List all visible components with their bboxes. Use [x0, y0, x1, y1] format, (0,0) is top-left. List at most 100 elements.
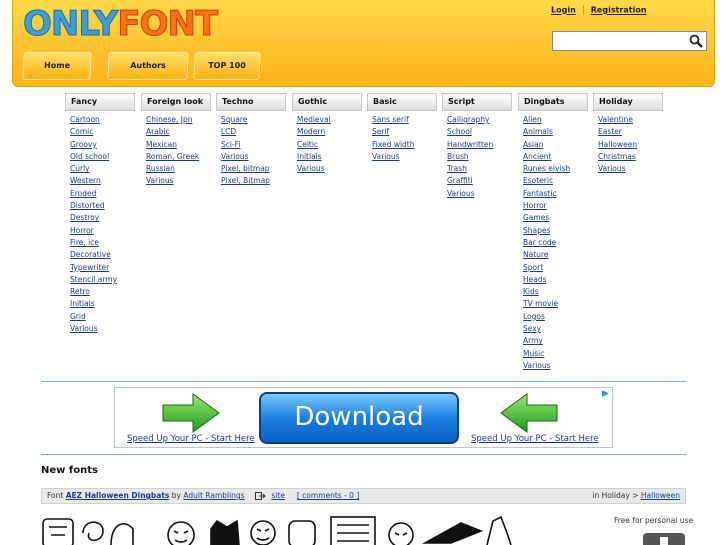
category-link[interactable]: LCD	[221, 127, 236, 136]
category-link[interactable]: Sci-Fi	[221, 140, 241, 149]
category-link[interactable]: Fantastic	[523, 189, 557, 198]
category-link[interactable]: Christmas	[598, 152, 636, 161]
category-link[interactable]: Groovy	[70, 140, 97, 149]
category-link[interactable]: Modern	[297, 127, 325, 136]
category-link[interactable]: Valentine	[598, 115, 633, 124]
download-ad-banner[interactable]: Download Speed Up Your PC - Start Here S…	[114, 387, 613, 448]
category-link[interactable]: Square	[221, 115, 247, 124]
ad-link-left[interactable]: Speed Up Your PC - Start Here	[127, 434, 255, 444]
category-link[interactable]: Games	[523, 213, 549, 222]
category-link[interactable]: Brush	[447, 152, 469, 161]
nav-home[interactable]: Home	[22, 52, 92, 80]
category-link[interactable]: Serif	[372, 127, 389, 136]
category-link[interactable]: Chinese, Jpn	[146, 115, 192, 124]
category-heading[interactable]: Techno	[216, 93, 286, 111]
category-link[interactable]: Various	[447, 189, 475, 198]
category-heading[interactable]: Gothic	[292, 93, 362, 111]
category-link[interactable]: Stencil army	[70, 275, 117, 284]
category-link[interactable]: Esoteric	[523, 176, 553, 185]
category-link[interactable]: Logos	[523, 312, 545, 321]
category-link[interactable]: School	[447, 127, 472, 136]
category-link[interactable]: Fire, ice	[70, 238, 99, 247]
category-link[interactable]: Nature	[523, 250, 548, 259]
category-link[interactable]: Asian	[523, 140, 543, 149]
category-link[interactable]: Sexy	[523, 324, 541, 333]
category-link[interactable]: Pixel, Bitmap	[221, 176, 270, 185]
category-link[interactable]: Cartoon	[70, 115, 100, 124]
font-name-link[interactable]: AEZ Halloween Dingbats	[66, 491, 170, 500]
category-link[interactable]: Grid	[70, 312, 86, 321]
font-category-link[interactable]: Halloween	[641, 491, 680, 500]
category-link[interactable]: Various	[598, 164, 626, 173]
category-link[interactable]: Horror	[523, 201, 547, 210]
category-link[interactable]: TV movie	[523, 299, 558, 308]
category-link[interactable]: Curly	[70, 164, 90, 173]
category-heading[interactable]: Fancy	[65, 93, 135, 111]
registration-link[interactable]: Registration	[591, 6, 647, 15]
category-link[interactable]: Graffiti	[447, 176, 473, 185]
category-link[interactable]: Horror	[70, 226, 94, 235]
category-link[interactable]: Russian	[146, 164, 175, 173]
category-link[interactable]: Sans serif	[372, 115, 409, 124]
category-link[interactable]: Medieval	[297, 115, 331, 124]
category-heading[interactable]: Basic	[367, 93, 437, 111]
category-link[interactable]: Celtic	[297, 140, 318, 149]
category-heading[interactable]: Dingbats	[518, 93, 588, 111]
category-link[interactable]: Various	[372, 152, 400, 161]
category-heading[interactable]: Script	[442, 93, 512, 111]
download-icon[interactable]	[643, 533, 685, 545]
category-link[interactable]: Easter	[598, 127, 622, 136]
category-link[interactable]: Runes elvish	[523, 164, 570, 173]
category-heading[interactable]: Holiday	[593, 93, 663, 111]
category-link[interactable]: Pixel, bitmap	[221, 164, 270, 173]
category-link[interactable]: Ancient	[523, 152, 551, 161]
category-link[interactable]: Initials	[297, 152, 322, 161]
category-link[interactable]: Alien	[523, 115, 542, 124]
category-link[interactable]: Various	[70, 324, 98, 333]
category-link[interactable]: Kids	[523, 287, 539, 296]
category-link[interactable]: Handwritten	[447, 140, 493, 149]
category-link[interactable]: Fixed width	[372, 140, 415, 149]
ad-download-button[interactable]: Download	[259, 392, 459, 444]
login-link[interactable]: Login	[551, 6, 576, 15]
category-link[interactable]: Calligraphy	[447, 115, 489, 124]
category-link[interactable]: Mexican	[146, 140, 177, 149]
category-link[interactable]: Retro	[70, 287, 90, 296]
ad-link-right[interactable]: Speed Up Your PC - Start Here	[471, 434, 599, 444]
category-link[interactable]: Western	[70, 176, 101, 185]
category-link[interactable]: Heads	[523, 275, 547, 284]
category-link[interactable]: Music	[523, 349, 544, 358]
category-link[interactable]: Distorted	[70, 201, 105, 210]
category-link[interactable]: Various	[221, 152, 249, 161]
search-input[interactable]	[553, 32, 683, 50]
category-link[interactable]: Arabic	[146, 127, 170, 136]
category-link[interactable]: Destroy	[70, 213, 99, 222]
adchoices-icon[interactable]	[601, 389, 610, 398]
search-box[interactable]	[552, 31, 707, 51]
category-link[interactable]: Army	[523, 336, 543, 345]
category-link[interactable]: Bar code	[523, 238, 556, 247]
category-link[interactable]: Decorative	[70, 250, 111, 259]
category-link[interactable]: Various	[523, 361, 551, 370]
category-heading[interactable]: Foreign look	[141, 93, 211, 111]
search-icon[interactable]	[689, 34, 703, 48]
category-link[interactable]: Trash	[447, 164, 467, 173]
font-preview-image[interactable]	[41, 513, 521, 545]
category-link[interactable]: Typewriter	[70, 263, 109, 272]
font-author-link[interactable]: Adult Ramblings	[183, 491, 244, 500]
category-link[interactable]: Initials	[70, 299, 95, 308]
font-site-link[interactable]: site	[271, 491, 285, 500]
nav-authors[interactable]: Authors	[107, 52, 189, 80]
category-link[interactable]: Old school	[70, 152, 109, 161]
category-link[interactable]: Various	[297, 164, 325, 173]
nav-top100[interactable]: TOP 100	[193, 52, 261, 80]
category-link[interactable]: Sport	[523, 263, 543, 272]
font-comments-link[interactable]: [ comments - 0 ]	[297, 491, 359, 500]
category-link[interactable]: Roman, Greek	[146, 152, 199, 161]
category-link[interactable]: Animals	[523, 127, 553, 136]
site-logo[interactable]: ONLYFONT	[22, 4, 218, 45]
category-link[interactable]: Eroded	[70, 189, 96, 198]
category-link[interactable]: Shapes	[523, 226, 550, 235]
category-link[interactable]: Halloween	[598, 140, 637, 149]
category-link[interactable]: Various	[146, 176, 174, 185]
